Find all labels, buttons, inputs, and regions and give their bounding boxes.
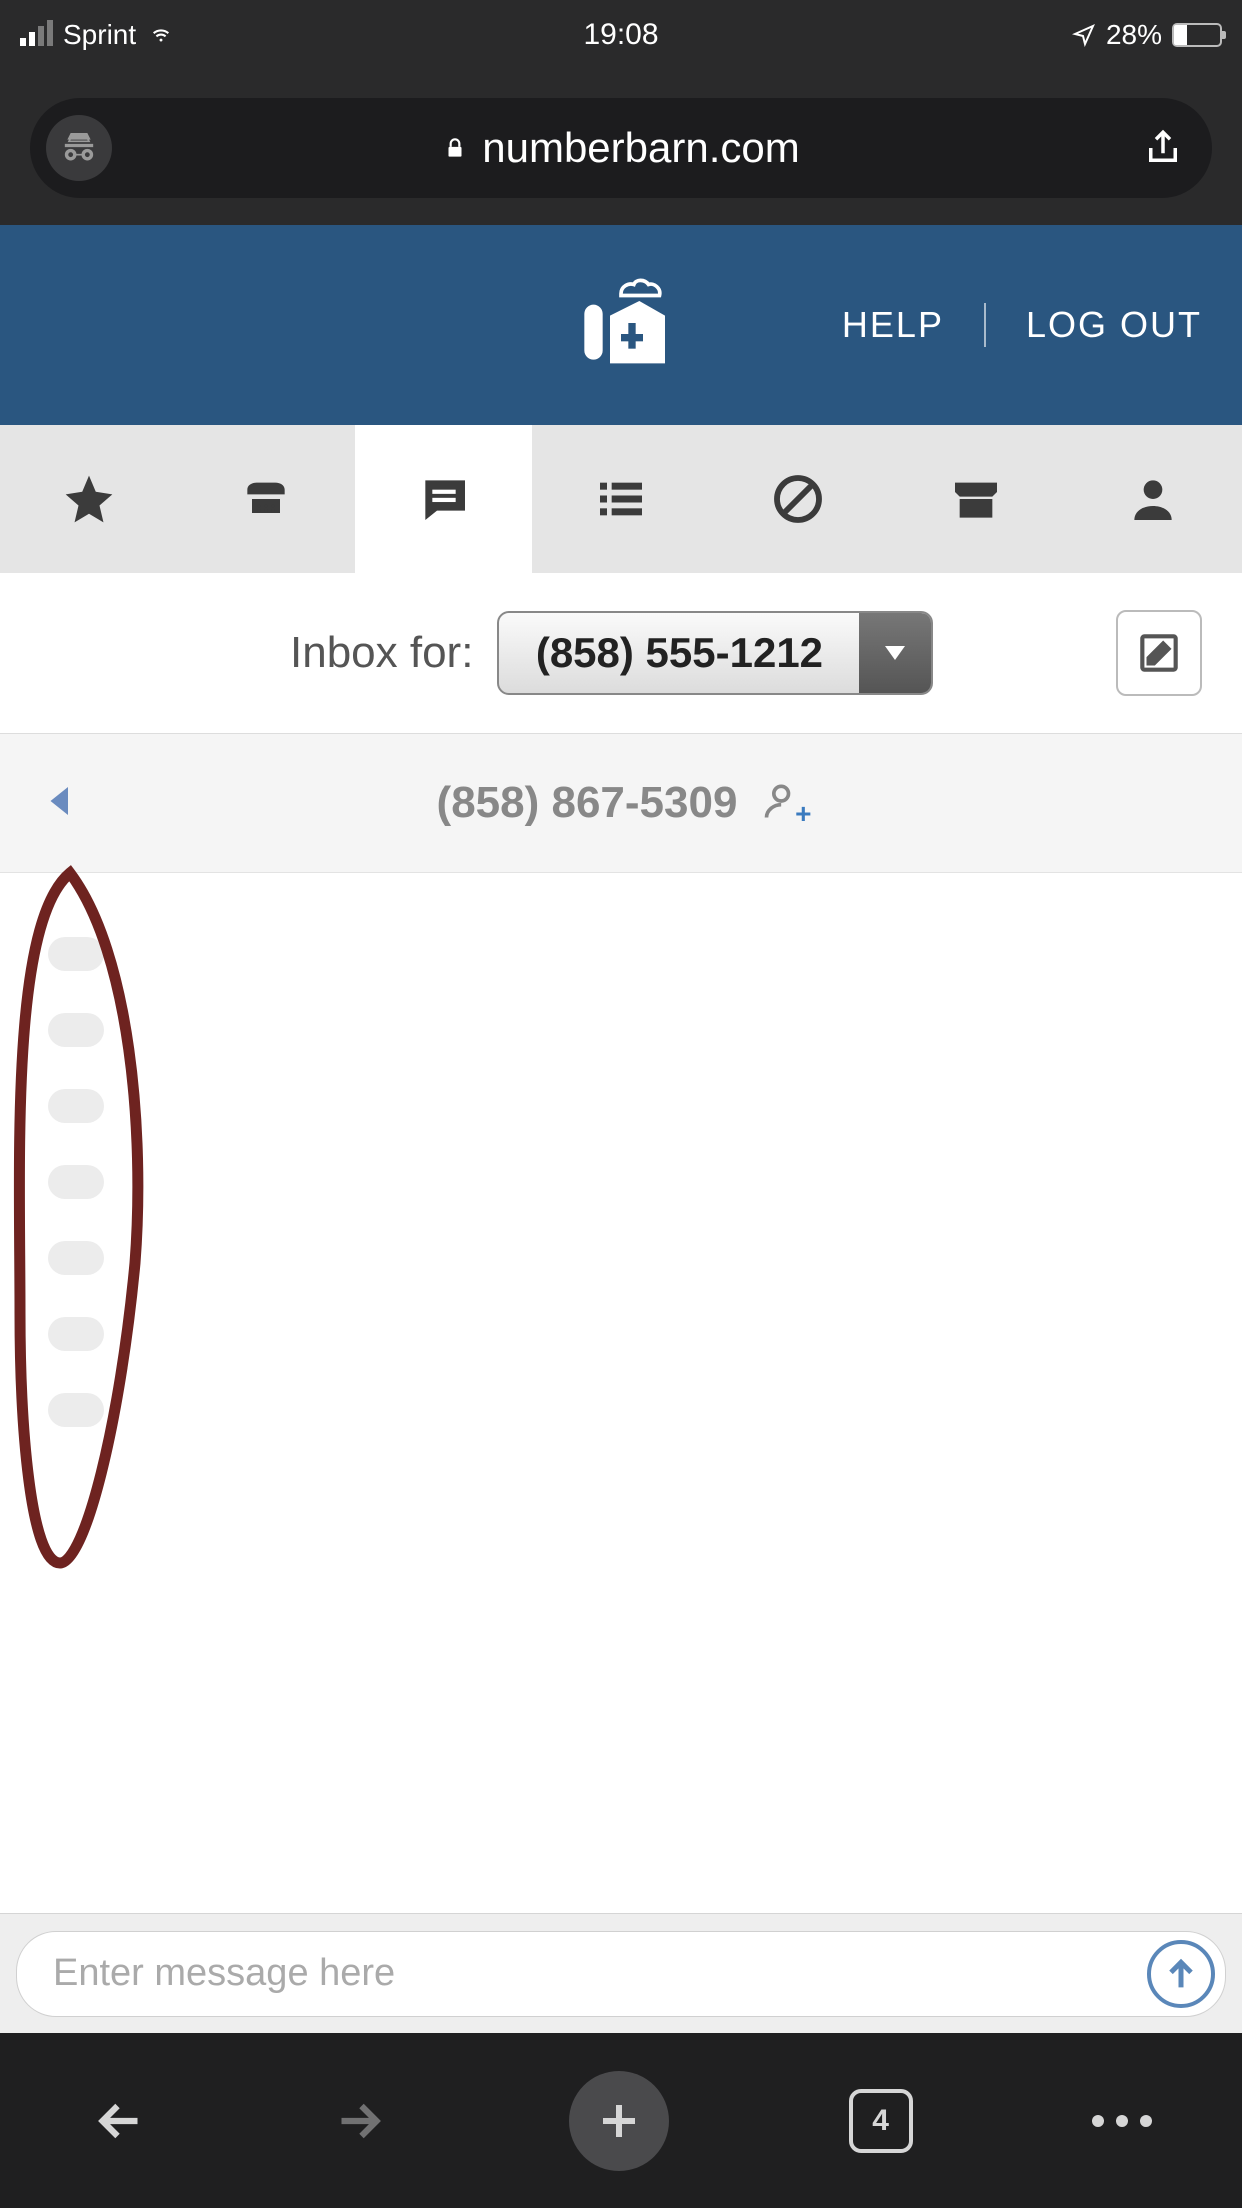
message-bubbles bbox=[48, 937, 104, 1427]
tab-profile[interactable] bbox=[1065, 425, 1242, 573]
back-button[interactable] bbox=[40, 780, 82, 827]
tabs-button[interactable]: 4 bbox=[849, 2089, 913, 2153]
app-header: HELP LOG OUT bbox=[0, 225, 1242, 425]
messages-icon bbox=[416, 471, 472, 527]
wifi-icon bbox=[146, 24, 176, 46]
add-contact-button[interactable]: + bbox=[761, 779, 805, 828]
barn-logo-icon[interactable] bbox=[566, 268, 676, 383]
location-icon bbox=[1072, 23, 1096, 47]
incognito-icon bbox=[46, 115, 112, 181]
browser-chrome: numberbarn.com bbox=[0, 70, 1242, 225]
star-icon bbox=[61, 471, 117, 527]
list-icon bbox=[593, 471, 649, 527]
address-bar[interactable]: numberbarn.com bbox=[30, 98, 1212, 198]
battery-icon bbox=[1172, 23, 1222, 47]
tab-count: 4 bbox=[849, 2089, 913, 2153]
tab-store[interactable] bbox=[887, 425, 1064, 573]
new-tab-button[interactable] bbox=[569, 2071, 669, 2171]
tab-nav bbox=[0, 425, 1242, 573]
chevron-down-icon bbox=[859, 613, 931, 693]
inbox-selector-row: Inbox for: (858) 555-1212 bbox=[0, 573, 1242, 733]
tab-favorites[interactable] bbox=[0, 425, 177, 573]
ios-status-bar: Sprint 19:08 28% bbox=[0, 0, 1242, 70]
tab-phone[interactable] bbox=[177, 425, 354, 573]
arrow-right-icon bbox=[329, 2091, 389, 2151]
send-button[interactable] bbox=[1147, 1940, 1215, 2008]
profile-icon bbox=[1125, 471, 1181, 527]
signal-bars-icon bbox=[20, 24, 53, 46]
block-icon bbox=[770, 471, 826, 527]
dots-icon bbox=[1092, 2115, 1152, 2127]
message-input[interactable]: Enter message here bbox=[16, 1931, 1226, 2017]
number-select-value: (858) 555-1212 bbox=[499, 613, 859, 693]
share-icon[interactable] bbox=[1142, 127, 1184, 169]
back-nav-button[interactable] bbox=[90, 2091, 150, 2151]
logout-link[interactable]: LOG OUT bbox=[1026, 304, 1202, 346]
forward-nav-button[interactable] bbox=[329, 2091, 389, 2151]
arrow-up-icon bbox=[1161, 1954, 1201, 1994]
triangle-left-icon bbox=[40, 780, 82, 822]
carrier-label: Sprint bbox=[63, 19, 136, 51]
tab-list[interactable] bbox=[532, 425, 709, 573]
tab-messages[interactable] bbox=[355, 425, 532, 573]
battery-percent-label: 28% bbox=[1106, 19, 1162, 51]
message-placeholder: Enter message here bbox=[53, 1952, 395, 1995]
menu-button[interactable] bbox=[1092, 2115, 1152, 2127]
conversation-number: (858) 867-5309 bbox=[437, 778, 738, 828]
store-icon bbox=[948, 471, 1004, 527]
compose-icon bbox=[1134, 628, 1184, 678]
number-select[interactable]: (858) 555-1212 bbox=[497, 611, 933, 695]
tab-block[interactable] bbox=[710, 425, 887, 573]
inbox-label: Inbox for: bbox=[290, 628, 473, 678]
clock-label: 19:08 bbox=[583, 18, 658, 52]
compose-button[interactable] bbox=[1116, 610, 1202, 696]
divider bbox=[984, 303, 986, 347]
ios-toolbar: 4 bbox=[0, 2033, 1242, 2208]
message-list[interactable] bbox=[0, 873, 1242, 1913]
plus-badge-icon: + bbox=[795, 798, 811, 830]
conversation-header: (858) 867-5309 + bbox=[0, 733, 1242, 873]
phone-icon bbox=[238, 471, 294, 527]
plus-icon bbox=[595, 2097, 643, 2145]
message-composer: Enter message here bbox=[0, 1913, 1242, 2033]
lock-icon bbox=[442, 135, 468, 161]
arrow-left-icon bbox=[90, 2091, 150, 2151]
help-link[interactable]: HELP bbox=[842, 304, 944, 346]
url-text: numberbarn.com bbox=[482, 124, 799, 172]
